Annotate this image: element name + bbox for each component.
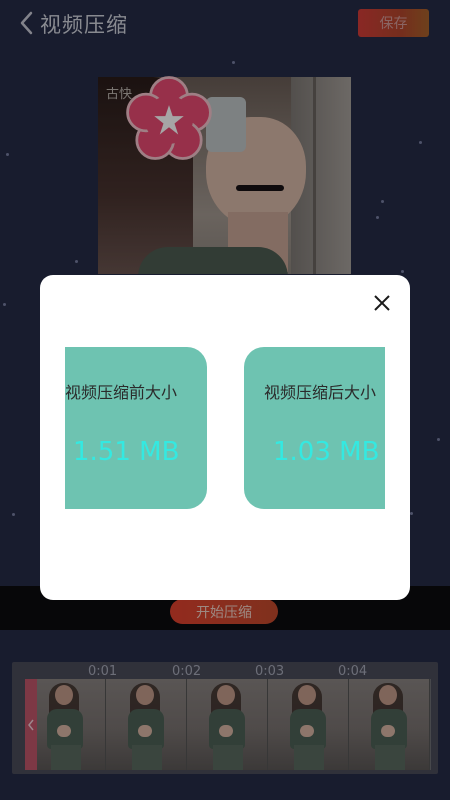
close-icon [374,295,390,311]
close-button[interactable] [369,290,395,316]
size-cards: 视频压缩前大小 1.51 MB 视频压缩后大小 1.03 MB [65,347,385,509]
size-after-card: 视频压缩后大小 1.03 MB [244,347,385,509]
size-before-card: 视频压缩前大小 1.51 MB [65,347,207,509]
size-after-label: 视频压缩后大小 [264,383,377,402]
compression-result-dialog: 视频压缩前大小 1.51 MB 视频压缩后大小 1.03 MB [40,275,410,600]
size-after-value: 1.03 MB [273,437,380,467]
size-before-label: 视频压缩前大小 [65,383,178,402]
size-before-value: 1.51 MB [73,437,180,467]
